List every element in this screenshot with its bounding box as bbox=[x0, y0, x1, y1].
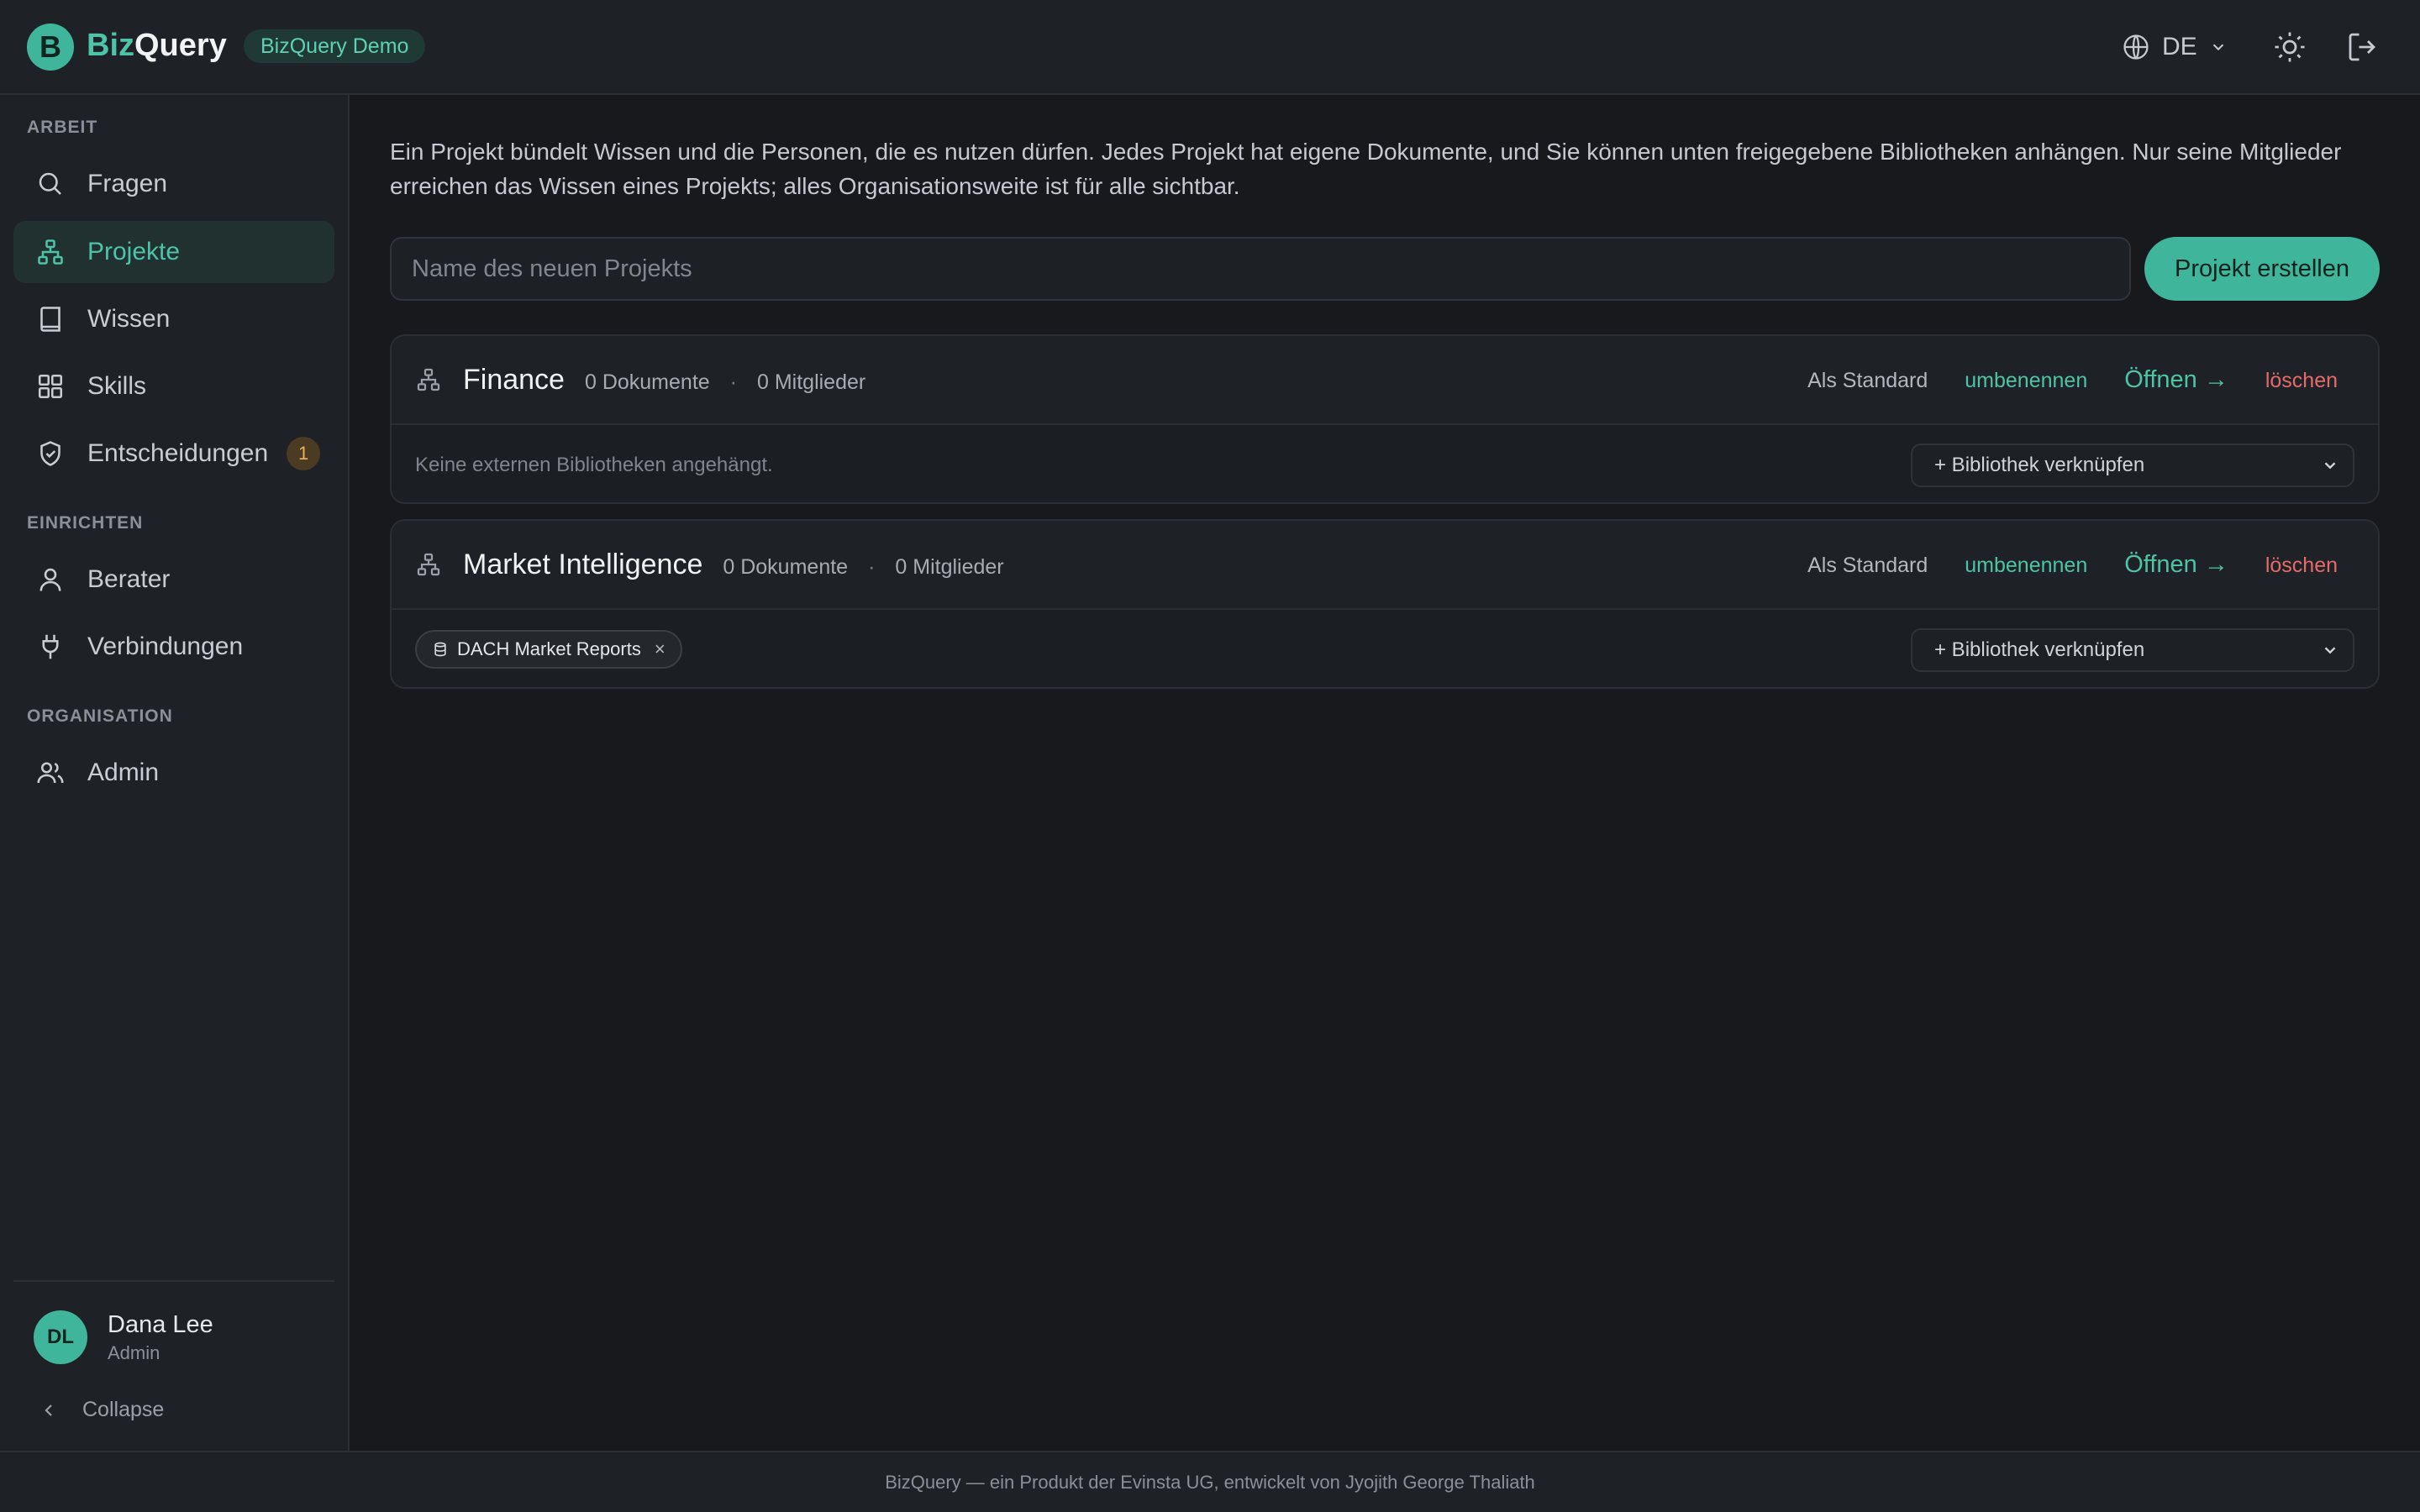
collapse-label: Collapse bbox=[82, 1398, 165, 1421]
sidebar-item-label: Fragen bbox=[87, 170, 168, 197]
sidebar-item-label: Admin bbox=[87, 759, 160, 786]
sidebar-item-verbindungen[interactable]: Verbindungen bbox=[13, 616, 334, 678]
link-library-select[interactable]: + Bibliothek verknüpfen bbox=[1911, 444, 2354, 487]
document-count: 0 Dokumente bbox=[584, 370, 710, 394]
tenant-tag: BizQuery Demo bbox=[244, 29, 426, 63]
link-library-select[interactable]: + Bibliothek verknüpfen bbox=[1911, 628, 2354, 672]
sidebar-divider bbox=[13, 1280, 334, 1282]
brand-part-2: Query bbox=[134, 28, 227, 63]
sidebar: ARBEIT Fragen Projekte Wissen Skills Ent… bbox=[0, 95, 350, 1451]
project-card-finance: Finance 0 Dokumente · 0 Mitglieder Als S… bbox=[390, 334, 2380, 504]
user-role: Admin bbox=[108, 1342, 160, 1363]
project-name: Market Intelligence bbox=[463, 549, 703, 580]
delete-button[interactable]: löschen bbox=[2265, 554, 2338, 578]
sidebar-item-skills[interactable]: Skills bbox=[13, 355, 334, 417]
section-label-arbeit: ARBEIT bbox=[27, 118, 98, 137]
user-name: Dana Lee bbox=[108, 1311, 213, 1338]
chevron-down-icon bbox=[2324, 462, 2336, 470]
brand-name[interactable]: BizQuery bbox=[87, 28, 227, 64]
document-count: 0 Dokumente bbox=[723, 555, 849, 579]
sidebar-item-admin[interactable]: Admin bbox=[13, 742, 334, 804]
sidebar-item-label: Verbindungen bbox=[87, 633, 244, 660]
plug-icon bbox=[42, 634, 59, 659]
no-libraries-text: Keine externen Bibliotheken angehängt. bbox=[415, 454, 773, 476]
sidebar-item-label: Skills bbox=[87, 372, 147, 400]
link-library-label: + Bibliothek verknüpfen bbox=[1934, 638, 2145, 661]
top-bar: B BizQuery BizQuery Demo DE bbox=[0, 0, 2420, 95]
hierarchy-icon bbox=[38, 239, 63, 265]
footer-text: BizQuery — ein Produkt der Evinsta UG, e… bbox=[885, 1471, 1535, 1493]
collapse-sidebar-button[interactable]: Collapse bbox=[39, 1398, 164, 1422]
create-project-button[interactable]: Projekt erstellen bbox=[2144, 237, 2380, 301]
brand-part-1: Biz bbox=[87, 28, 134, 63]
library-name: DACH Market Reports bbox=[457, 638, 641, 659]
section-label-einrichten: EINRICHTEN bbox=[27, 513, 144, 533]
project-card-header: Finance 0 Dokumente · 0 Mitglieder Als S… bbox=[392, 336, 2378, 425]
project-title-row: Finance 0 Dokumente · 0 Mitglieder bbox=[463, 364, 865, 396]
delete-button[interactable]: löschen bbox=[2265, 369, 2338, 393]
logout-icon[interactable] bbox=[2344, 29, 2380, 65]
member-count: 0 Mitglieder bbox=[895, 555, 1004, 579]
globe-icon bbox=[2123, 34, 2149, 60]
grid-icon bbox=[38, 374, 63, 399]
open-project-link[interactable]: Öffnen → bbox=[2124, 551, 2228, 579]
chevron-down-icon bbox=[2324, 647, 2336, 654]
search-icon bbox=[39, 172, 61, 195]
new-project-name-input[interactable] bbox=[390, 237, 2131, 301]
project-name: Finance bbox=[463, 364, 565, 396]
shield-check-icon bbox=[40, 441, 60, 466]
chevron-left-icon bbox=[45, 1404, 52, 1416]
sidebar-item-berater[interactable]: Berater bbox=[13, 549, 334, 611]
set-default-button[interactable]: Als Standard bbox=[1807, 554, 1928, 578]
section-label-organisation: ORGANISATION bbox=[27, 706, 173, 726]
pending-count-badge: 1 bbox=[287, 437, 321, 470]
language-code: DE bbox=[2162, 33, 2197, 60]
project-actions: Als Standard umbenennen Öffnen → löschen bbox=[1807, 551, 2338, 579]
meta-separator: · bbox=[729, 370, 737, 394]
chevron-down-icon bbox=[2212, 44, 2223, 51]
users-icon bbox=[37, 762, 64, 784]
sidebar-item-label: Entscheidungen bbox=[87, 439, 269, 467]
page-description: Ein Projekt bündelt Wissen und die Perso… bbox=[390, 139, 2342, 199]
open-project-link[interactable]: Öffnen → bbox=[2124, 366, 2228, 394]
sidebar-item-fragen[interactable]: Fragen bbox=[13, 153, 334, 215]
remove-library-button[interactable]: × bbox=[655, 638, 666, 660]
rename-button[interactable]: umbenennen bbox=[1965, 369, 2087, 393]
member-count: 0 Mitglieder bbox=[757, 370, 866, 394]
link-library-label: + Bibliothek verknüpfen bbox=[1934, 454, 2145, 476]
sidebar-item-projekte[interactable]: Projekte bbox=[13, 221, 334, 283]
sidebar-item-label: Berater bbox=[87, 565, 171, 593]
language-switcher[interactable]: DE bbox=[2122, 29, 2228, 66]
hierarchy-icon bbox=[417, 368, 440, 391]
sidebar-item-label: Wissen bbox=[87, 305, 171, 333]
set-default-button[interactable]: Als Standard bbox=[1807, 369, 1928, 393]
project-title-row: Market Intelligence 0 Dokumente · 0 Mitg… bbox=[463, 549, 1004, 581]
sidebar-item-wissen[interactable]: Wissen bbox=[13, 288, 334, 350]
project-libraries-row: Keine externen Bibliotheken angehängt. +… bbox=[392, 425, 2378, 502]
database-icon bbox=[434, 642, 446, 657]
library-chip: DACH Market Reports × bbox=[415, 630, 682, 669]
project-card-market-intelligence: Market Intelligence 0 Dokumente · 0 Mitg… bbox=[390, 519, 2380, 689]
project-libraries-row: DACH Market Reports × + Bibliothek verkn… bbox=[392, 610, 2378, 687]
user-icon bbox=[39, 568, 61, 591]
sidebar-item-entscheidungen[interactable]: Entscheidungen 1 bbox=[13, 423, 334, 485]
avatar[interactable]: DL bbox=[34, 1310, 87, 1364]
rename-button[interactable]: umbenennen bbox=[1965, 554, 2087, 578]
project-card-header: Market Intelligence 0 Dokumente · 0 Mitg… bbox=[392, 521, 2378, 610]
meta-separator: · bbox=[868, 555, 876, 579]
logo-badge[interactable]: B bbox=[27, 24, 74, 71]
footer: BizQuery — ein Produkt der Evinsta UG, e… bbox=[0, 1451, 2420, 1512]
book-icon bbox=[40, 307, 60, 332]
project-actions: Als Standard umbenennen Öffnen → löschen bbox=[1807, 366, 2338, 394]
sun-icon[interactable] bbox=[2272, 29, 2307, 65]
hierarchy-icon bbox=[417, 553, 440, 576]
sidebar-item-label: Projekte bbox=[87, 238, 181, 265]
